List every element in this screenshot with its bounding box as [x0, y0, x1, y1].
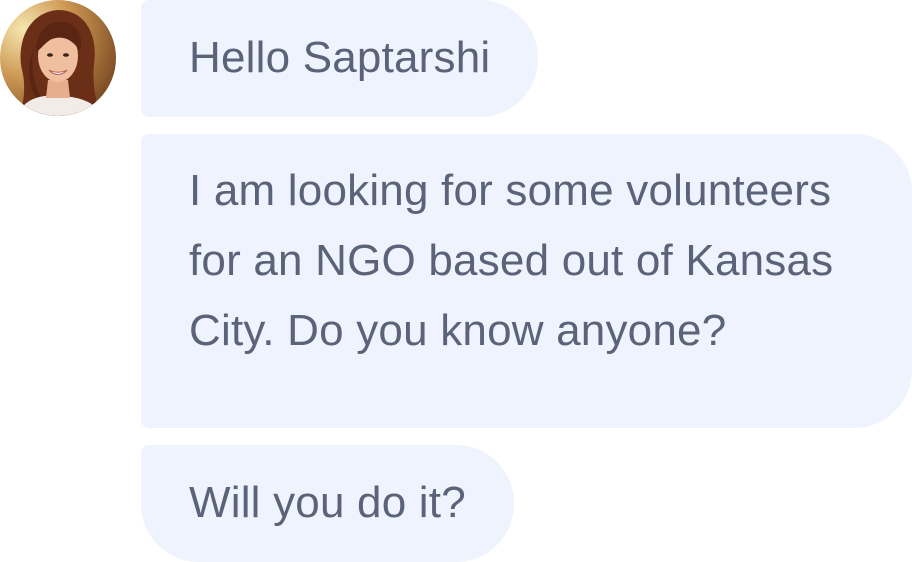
message-text: Hello Saptarshi: [189, 33, 491, 82]
message-text: I am looking for some volunteers for an …: [189, 166, 834, 355]
message-text: Will you do it?: [189, 478, 466, 527]
person-avatar-icon: [0, 0, 116, 116]
chat-thread: Hello Saptarshi I am looking for some vo…: [0, 0, 912, 562]
sender-avatar[interactable]: [0, 0, 116, 116]
message-bubble[interactable]: Hello Saptarshi: [141, 0, 539, 117]
message-bubble[interactable]: Will you do it?: [141, 445, 514, 562]
message-bubble[interactable]: I am looking for some volunteers for an …: [141, 134, 912, 428]
